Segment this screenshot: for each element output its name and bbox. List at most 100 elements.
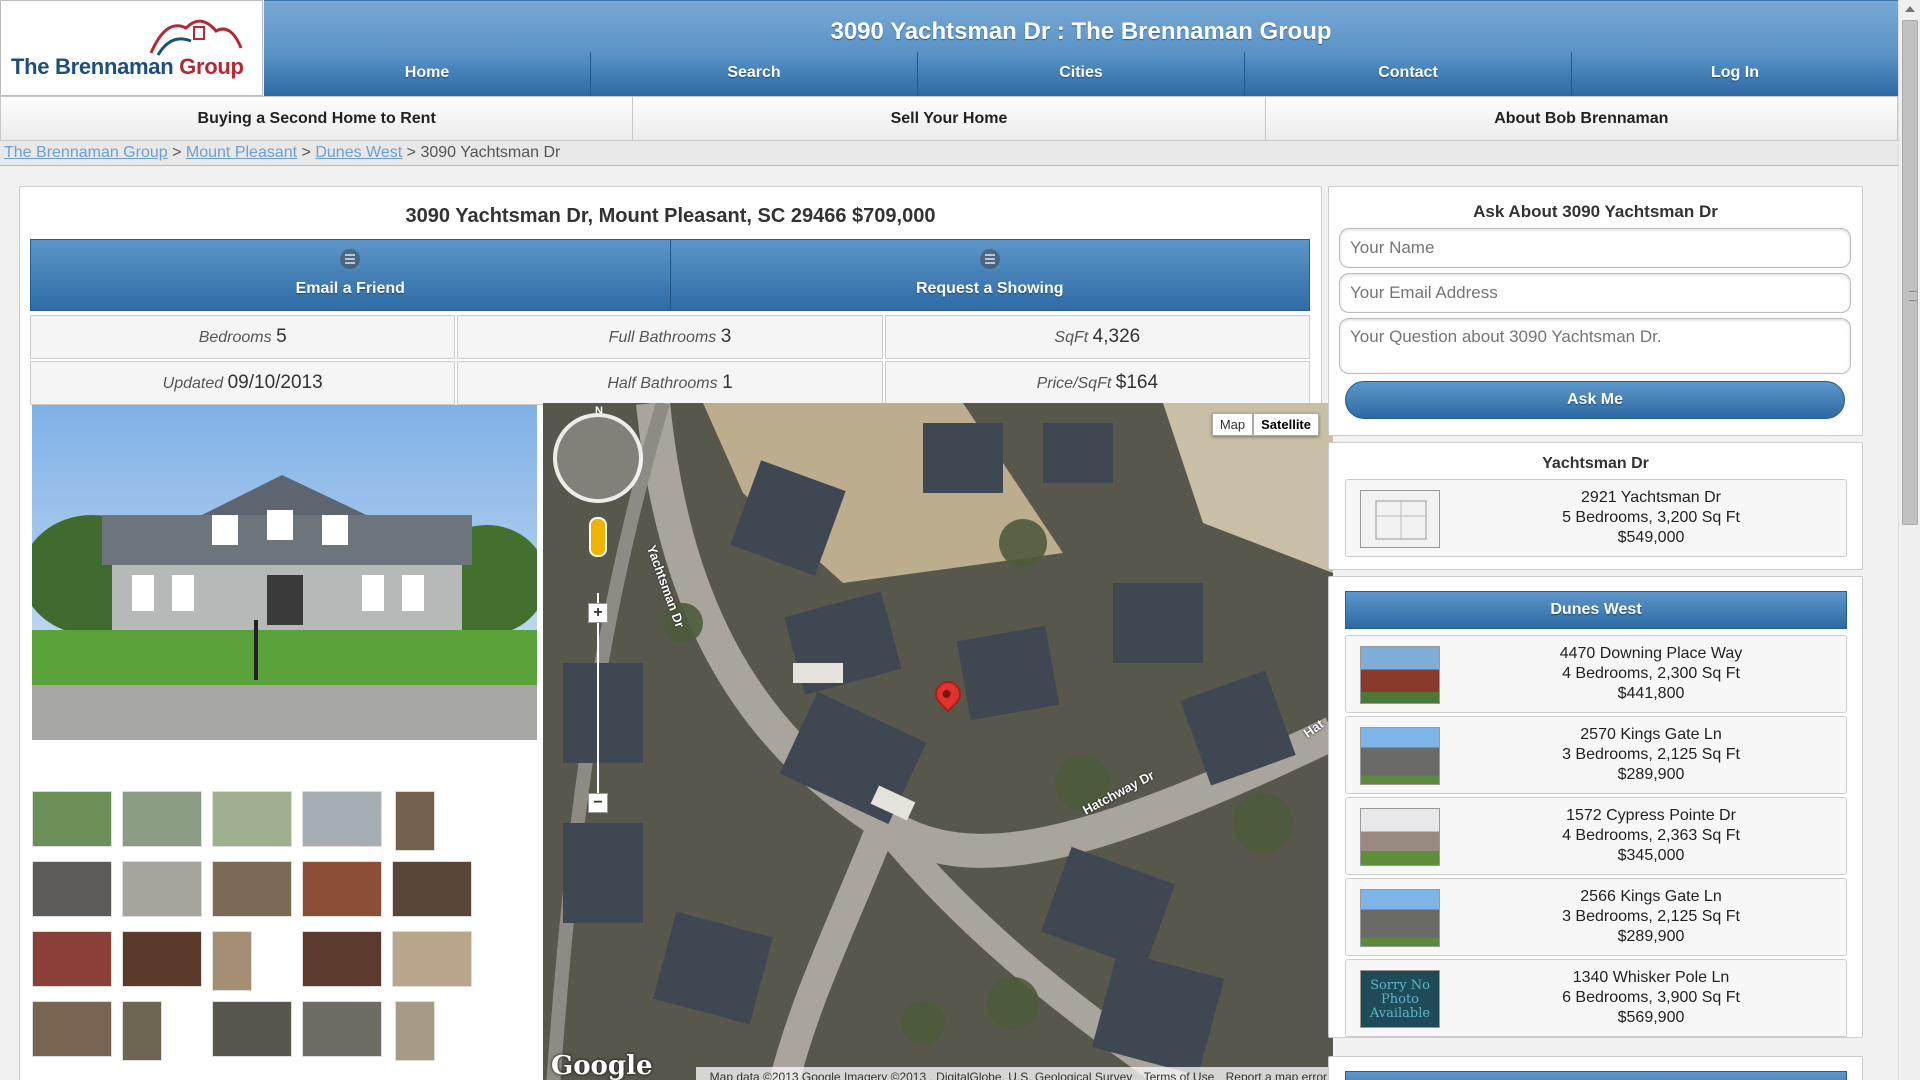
- listing-thumbnail: [1360, 808, 1440, 866]
- listing-price: $441,800: [1617, 685, 1685, 702]
- terms-of-use-link[interactable]: Terms of Use: [1144, 1070, 1215, 1080]
- map-type-map-button[interactable]: Map: [1211, 413, 1254, 436]
- no-photo-placeholder: Sorry No Photo Available: [1360, 970, 1440, 1028]
- ask-form: Ask About 3090 Yachtsman Dr Ask Me: [1328, 186, 1863, 436]
- listing-address: 2570 Kings Gate Ln: [1580, 726, 1722, 743]
- photo-thumbnail[interactable]: [212, 791, 292, 847]
- listing-panel: 3090 Yachtsman Dr, Mount Pleasant, SC 29…: [19, 186, 1333, 1080]
- photo-thumbnail[interactable]: [395, 791, 435, 851]
- listing-price: $289,900: [1617, 928, 1685, 945]
- photo-thumbnail[interactable]: [212, 931, 252, 991]
- photo-thumbnail[interactable]: [212, 1001, 292, 1057]
- photo-thumbnail[interactable]: [122, 1001, 162, 1061]
- subnav-sell-home[interactable]: Sell Your Home: [632, 97, 1264, 140]
- request-showing-button[interactable]: Request a Showing: [669, 240, 1310, 310]
- list-item[interactable]: 4470 Downing Place Way 4 Bedrooms, 2,300…: [1345, 635, 1847, 713]
- breadcrumb-link-home[interactable]: The Brennaman Group: [4, 144, 168, 161]
- breadcrumb-separator: >: [301, 144, 311, 161]
- listing-address: 2921 Yachtsman Dr: [1581, 489, 1721, 506]
- listing-address: 1572 Cypress Pointe Dr: [1566, 807, 1736, 824]
- map-pan-control[interactable]: N: [553, 405, 643, 503]
- list-item[interactable]: 1572 Cypress Pointe Dr 4 Bedrooms, 2,363…: [1345, 797, 1847, 875]
- photo-thumbnail[interactable]: [302, 1001, 382, 1057]
- photo-thumbnail[interactable]: [212, 861, 292, 917]
- main-nav: Home Search Cities Contact Log In: [264, 52, 1898, 96]
- site-logo[interactable]: The Brennaman Group: [0, 0, 263, 96]
- satellite-map[interactable]: N + − Map Satellite Yachtsman Dr Hatchwa…: [543, 403, 1333, 1080]
- map-type-satellite-button[interactable]: Satellite: [1253, 413, 1319, 436]
- question-field[interactable]: [1339, 318, 1851, 374]
- breadcrumb: The Brennaman Group > Mount Pleasant > D…: [0, 141, 1898, 166]
- stat-price-sqft: Price/SqFt $164: [884, 361, 1310, 405]
- nav-search[interactable]: Search: [590, 52, 917, 96]
- photo-thumbnail[interactable]: [395, 1001, 435, 1061]
- logo-text: The Brennaman Group: [11, 54, 244, 79]
- dunes-west-heading[interactable]: Dunes West: [1345, 591, 1847, 629]
- scrollbar-thumb[interactable]: [1902, 20, 1918, 525]
- listing-details: 3 Bedrooms, 2,125 Sq Ft: [1562, 908, 1740, 925]
- photo-thumbnail[interactable]: [32, 1001, 112, 1057]
- photo-thumbnail[interactable]: [302, 791, 382, 847]
- subnav-about[interactable]: About Bob Brennaman: [1264, 97, 1897, 140]
- listing-details: 4 Bedrooms, 2,363 Sq Ft: [1562, 827, 1740, 844]
- listing-stats: Bedrooms 5 Full Bathrooms 3 SqFt 4,326 U…: [30, 315, 1310, 407]
- breadcrumb-separator: >: [172, 144, 182, 161]
- listing-address: 1340 Whisker Pole Ln: [1572, 969, 1730, 986]
- nav-home[interactable]: Home: [264, 52, 590, 96]
- stat-updated: Updated 09/10/2013: [30, 361, 456, 405]
- zoom-in-button[interactable]: +: [588, 603, 608, 623]
- nav-contact[interactable]: Contact: [1244, 52, 1571, 96]
- report-map-error-link[interactable]: Report a map error: [1226, 1070, 1327, 1080]
- listing-details: 4 Bedrooms, 2,300 Sq Ft: [1562, 665, 1740, 682]
- photo-thumbnail[interactable]: [392, 861, 472, 917]
- breadcrumb-link-city[interactable]: Mount Pleasant: [186, 144, 297, 161]
- listing-thumbnail: [1360, 646, 1440, 704]
- list-item[interactable]: 2570 Kings Gate Ln 3 Bedrooms, 2,125 Sq …: [1345, 716, 1847, 794]
- main-listing-photo[interactable]: [32, 405, 537, 740]
- map-zoom-slider[interactable]: [597, 593, 599, 803]
- listing-title: 3090 Yachtsman Dr, Mount Pleasant, SC 29…: [405, 205, 936, 227]
- email-field[interactable]: [1339, 273, 1851, 313]
- stat-bedrooms: Bedrooms 5: [30, 315, 456, 359]
- map-data-attribution: Map data ©2013 Google Imagery ©2013 , Di…: [709, 1070, 1133, 1080]
- dunes-west-listings: Dunes West 4470 Downing Place Way 4 Bedr…: [1328, 576, 1863, 1038]
- nav-cities[interactable]: Cities: [917, 52, 1244, 96]
- zoom-out-button[interactable]: −: [588, 793, 608, 813]
- scroll-grip-icon: [1909, 291, 1917, 301]
- scroll-up-icon[interactable]: [1905, 6, 1915, 12]
- photo-thumbnail[interactable]: [122, 791, 202, 847]
- breadcrumb-link-neighborhood[interactable]: Dunes West: [315, 144, 402, 161]
- photo-thumbnail[interactable]: [392, 931, 472, 987]
- ask-title: Ask About 3090 Yachtsman Dr: [1473, 202, 1718, 221]
- listing-price: $345,000: [1617, 847, 1685, 864]
- list-item[interactable]: 2566 Kings Gate Ln 3 Bedrooms, 2,125 Sq …: [1345, 878, 1847, 956]
- nav-login[interactable]: Log In: [1571, 52, 1898, 96]
- list-item[interactable]: Sorry No Photo Available 1340 Whisker Po…: [1345, 959, 1847, 1037]
- email-friend-label: Email a Friend: [295, 280, 405, 297]
- list-item[interactable]: 2921 Yachtsman Dr 5 Bedrooms, 3,200 Sq F…: [1345, 479, 1847, 557]
- grid-icon: [340, 249, 361, 269]
- subnav-second-home[interactable]: Buying a Second Home to Rent: [1, 97, 632, 140]
- photo-thumbnail[interactable]: [122, 861, 202, 917]
- name-field[interactable]: [1339, 228, 1851, 268]
- listing-price: $569,900: [1617, 1009, 1685, 1026]
- page-scrollbar[interactable]: [1898, 0, 1920, 1080]
- photo-thumbnail[interactable]: [32, 861, 112, 917]
- photo-thumbnail[interactable]: [302, 861, 382, 917]
- listing-thumbnail: [1360, 727, 1440, 785]
- listing-price: $289,900: [1617, 766, 1685, 783]
- photo-thumbnail[interactable]: [32, 931, 112, 987]
- listing-price: $549,000: [1617, 529, 1685, 546]
- site-header: The Brennaman Group 3090 Yachtsman Dr : …: [0, 0, 1898, 96]
- stat-full-baths: Full Bathrooms 3: [457, 315, 883, 359]
- breadcrumb-separator: >: [406, 144, 416, 161]
- email-friend-button[interactable]: Email a Friend: [31, 240, 670, 310]
- next-section-header[interactable]: [1345, 1071, 1847, 1080]
- compass-north-label: N: [595, 405, 603, 417]
- photo-thumbnail[interactable]: [32, 791, 112, 847]
- photo-thumbnail[interactable]: [302, 931, 382, 987]
- request-showing-label: Request a Showing: [915, 280, 1064, 297]
- ask-me-button[interactable]: Ask Me: [1345, 381, 1845, 419]
- photo-thumbnail[interactable]: [122, 931, 202, 987]
- street-view-pegman-icon[interactable]: [589, 517, 607, 557]
